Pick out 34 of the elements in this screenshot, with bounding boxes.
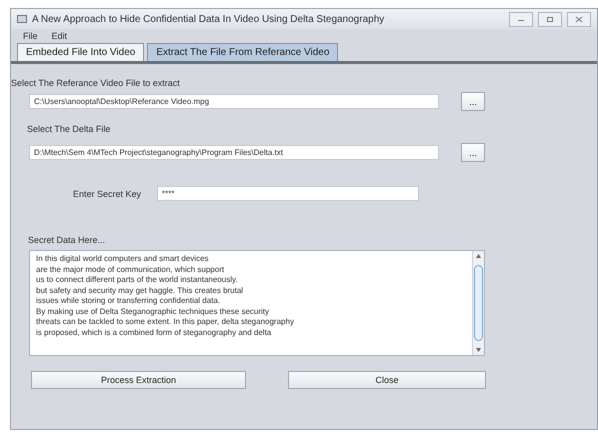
field-label: Secret Data Here...	[27, 235, 106, 245]
scroll-thumb[interactable]	[474, 265, 483, 341]
window-icon	[17, 14, 27, 24]
action-button[interactable]: Process Extraction	[31, 371, 246, 389]
tab[interactable]: Extract The File From Referance Video	[147, 43, 338, 61]
scrollbar[interactable]	[472, 251, 484, 355]
up-arrow-icon[interactable]	[476, 254, 481, 258]
text-line: threats can be tackled to some extent. In this paper, delta steganography	[36, 317, 295, 328]
close-button[interactable]	[567, 12, 591, 26]
input-field[interactable]: D:\Mtech\Sem 4\MTech Project\steganography\Program Files\Delta.txt	[29, 145, 439, 160]
field-label: Select The Delta File	[26, 124, 112, 134]
text-line: are the major mode of communication, which support	[36, 264, 226, 275]
text-line: is proposed, which is a combined form of steganography and delta	[36, 328, 272, 338]
maximize-icon	[546, 16, 554, 22]
text-line: In this digital world computers and smart devices	[36, 254, 210, 264]
window-title: A New Approach to Hide Confidential Data In Video Using Delta Steganography	[32, 14, 386, 24]
down-arrow-icon[interactable]	[476, 348, 481, 352]
tab[interactable]: Embeded File Into Video	[17, 43, 144, 61]
text-line: By making use of Delta Steganographic techniques these security	[36, 306, 270, 317]
close-icon	[575, 16, 583, 22]
menu-item[interactable]: File	[23, 31, 38, 41]
input-field[interactable]: C:\Users\anooptal\Desktop\Referance Video.mpg	[29, 94, 439, 109]
action-button[interactable]: Close	[288, 371, 486, 389]
text-line: but safety and security may get haggle. This creates brutal	[36, 286, 244, 296]
password-field[interactable]: ****	[157, 186, 420, 201]
browse-button[interactable]: ...	[461, 143, 485, 162]
browse-button[interactable]: ...	[461, 92, 485, 111]
menu-item[interactable]: Edit	[52, 31, 68, 41]
text-line: us to connect different parts of the world instantaneously.	[36, 275, 239, 286]
text-area[interactable]	[29, 250, 485, 356]
maximize-button[interactable]	[538, 12, 562, 26]
field-label: Select The Referance Video File to extract	[11, 78, 181, 88]
text-line: issues while storing or transferring confidential data.	[36, 296, 222, 306]
field-label: Enter Secret Key	[73, 188, 142, 198]
